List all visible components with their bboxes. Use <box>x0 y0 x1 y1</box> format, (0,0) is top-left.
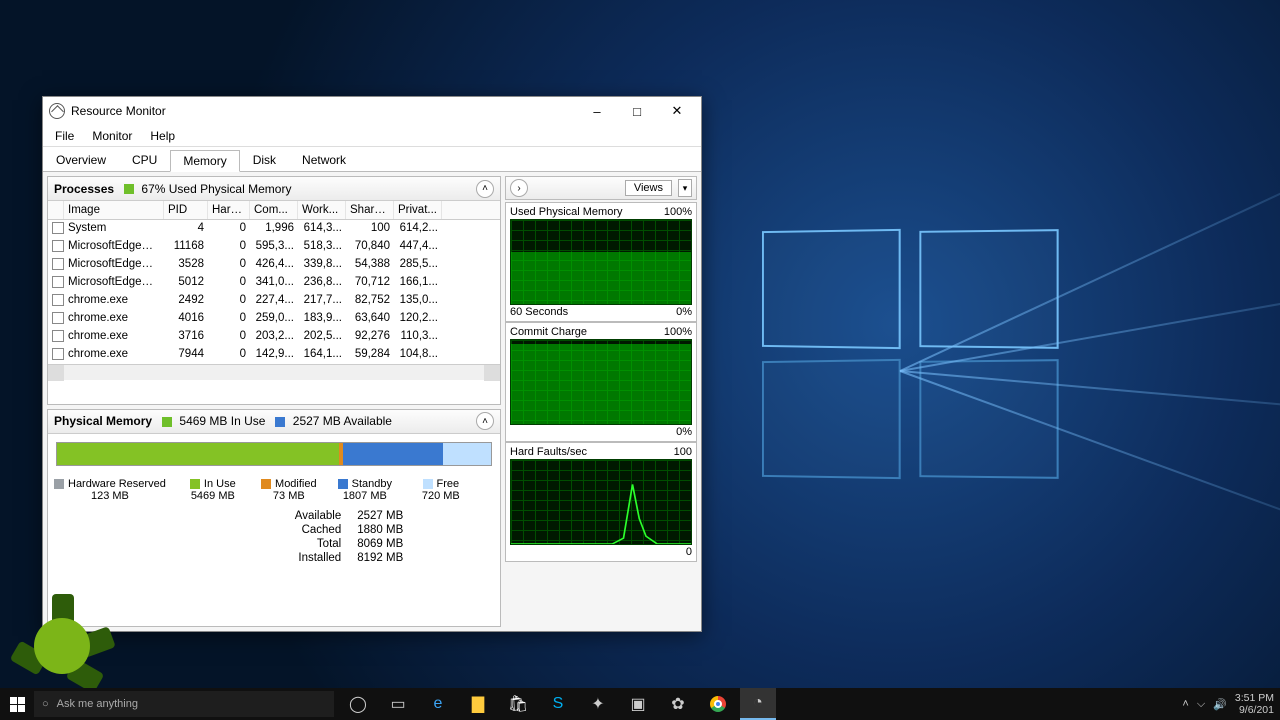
memory-bar <box>56 442 492 466</box>
window-title: Resource Monitor <box>71 104 585 118</box>
file-explorer-icon[interactable]: ▇ <box>460 688 496 720</box>
task-view-icon[interactable]: ▭ <box>380 688 416 720</box>
edge-icon[interactable]: e <box>420 688 456 720</box>
menu-file[interactable]: File <box>47 127 82 145</box>
table-row[interactable]: chrome.exe37160 203,2...202,5...92,27611… <box>48 328 500 346</box>
inuse-badge-icon <box>162 417 172 427</box>
legend-item: Free720 MB <box>412 478 470 502</box>
search-placeholder: Ask me anything <box>57 698 138 710</box>
menu-help[interactable]: Help <box>142 127 183 145</box>
tab-overview[interactable]: Overview <box>43 149 119 171</box>
app-icon <box>49 103 65 119</box>
titlebar[interactable]: Resource Monitor – □ ✕ <box>43 97 701 125</box>
windows-icon <box>10 697 25 712</box>
physmem-inuse: 5469 MB In Use <box>179 414 265 428</box>
resource-monitor-window: Resource Monitor – □ ✕ File Monitor Help… <box>42 96 702 632</box>
chart-hard-faults-sec: Hard Faults/sec100 0 <box>505 442 697 562</box>
processes-header[interactable]: Processes 67% Used Physical Memory ˄ <box>48 177 500 201</box>
resource-monitor-taskbar-icon[interactable]: ◔ <box>740 688 776 720</box>
mem-badge-icon <box>124 184 134 194</box>
start-button[interactable] <box>0 688 34 720</box>
clock[interactable]: 3:51 PM 9/6/201 <box>1235 692 1274 716</box>
chevron-right-icon[interactable]: › <box>510 179 528 197</box>
table-row[interactable]: chrome.exe24920 227,4...217,7...82,75213… <box>48 292 500 310</box>
checkbox[interactable] <box>52 258 64 270</box>
search-icon: ○ <box>42 698 49 710</box>
minimize-button[interactable]: – <box>585 101 609 121</box>
tab-memory[interactable]: Memory <box>170 150 239 172</box>
chart-commit-charge: Commit Charge100% 0% <box>505 322 697 442</box>
horizontal-scrollbar[interactable] <box>48 364 500 380</box>
physmem-avail: 2527 MB Available <box>293 414 392 428</box>
chrome-icon[interactable] <box>700 688 736 720</box>
chevron-up-icon[interactable]: ˄ <box>476 412 494 430</box>
legend-item: Standby1807 MB <box>336 478 394 502</box>
search-box[interactable]: ○ Ask me anything <box>34 691 334 717</box>
table-row[interactable]: System40 1,996614,3...100614,2... <box>48 220 500 238</box>
tray-chevron-icon[interactable]: ˄ <box>1182 698 1188 710</box>
tab-cpu[interactable]: CPU <box>119 149 170 171</box>
menubar: File Monitor Help <box>43 125 701 147</box>
taskbar: ○ Ask me anything ◯ ▭ e ▇ 🛍 S ✦ ▣ ✿ ◔ ˄ … <box>0 688 1280 720</box>
legend-item: Modified73 MB <box>260 478 318 502</box>
processes-panel: Processes 67% Used Physical Memory ˄ Ima… <box>47 176 501 405</box>
table-row[interactable]: MicrosoftEdgeCP.exe35280 426,4...339,8..… <box>48 256 500 274</box>
table-row[interactable]: MicrosoftEdgeCP.exe111680 595,3...518,3.… <box>48 238 500 256</box>
processes-table: Image PID Hard ... Com... Work... Share.… <box>48 201 500 404</box>
tray-volume-icon[interactable]: 🔊 <box>1213 698 1227 711</box>
avail-badge-icon <box>275 417 285 427</box>
table-header[interactable]: Image PID Hard ... Com... Work... Share.… <box>48 201 500 220</box>
views-button[interactable]: Views <box>625 180 672 196</box>
app-icon-1[interactable]: ✦ <box>580 688 616 720</box>
chart-used-physical-memory: Used Physical Memory100% 60 Seconds0% <box>505 202 697 322</box>
checkbox[interactable] <box>52 330 64 342</box>
menu-monitor[interactable]: Monitor <box>84 127 140 145</box>
checkbox[interactable] <box>52 312 64 324</box>
maximize-button[interactable]: □ <box>625 101 649 121</box>
charts-views-row: › Views ▾ <box>505 176 697 200</box>
tray-network-icon[interactable]: ⌵ <box>1197 698 1205 711</box>
memory-stats: Available2527 MBCached1880 MBTotal8069 M… <box>48 508 500 572</box>
views-dropdown-icon[interactable]: ▾ <box>678 179 692 197</box>
app-icon-3[interactable]: ✿ <box>660 688 696 720</box>
table-row[interactable]: MicrosoftEdgeCP.exe50120 341,0...236,8..… <box>48 274 500 292</box>
checkbox[interactable] <box>52 276 64 288</box>
chevron-up-icon[interactable]: ˄ <box>476 180 494 198</box>
legend-item: Hardware Reserved123 MB <box>54 478 166 502</box>
tabs: Overview CPU Memory Disk Network <box>43 147 701 172</box>
processes-summary: 67% Used Physical Memory <box>141 182 291 196</box>
checkbox[interactable] <box>52 240 64 252</box>
checkbox[interactable] <box>52 348 64 360</box>
physmem-header[interactable]: Physical Memory 5469 MB In Use 2527 MB A… <box>48 410 500 434</box>
desktop-widget-icon <box>14 598 110 694</box>
legend-item: In Use5469 MB <box>184 478 242 502</box>
store-icon[interactable]: 🛍 <box>500 688 536 720</box>
cortana-mic-icon[interactable]: ◯ <box>340 688 376 720</box>
checkbox[interactable] <box>52 222 64 234</box>
processes-title: Processes <box>54 182 114 196</box>
table-row[interactable]: chrome.exe40160 259,0...183,9...63,64012… <box>48 310 500 328</box>
physical-memory-panel: Physical Memory 5469 MB In Use 2527 MB A… <box>47 409 501 627</box>
tab-network[interactable]: Network <box>289 149 359 171</box>
skype-icon[interactable]: S <box>540 688 576 720</box>
checkbox[interactable] <box>52 294 64 306</box>
memory-legend: Hardware Reserved123 MB In Use5469 MB Modi… <box>48 474 500 508</box>
physmem-title: Physical Memory <box>54 414 152 428</box>
app-icon-2[interactable]: ▣ <box>620 688 656 720</box>
close-button[interactable]: ✕ <box>665 101 689 121</box>
table-row[interactable]: chrome.exe79440 142,9...164,1...59,28410… <box>48 346 500 364</box>
tab-disk[interactable]: Disk <box>240 149 289 171</box>
